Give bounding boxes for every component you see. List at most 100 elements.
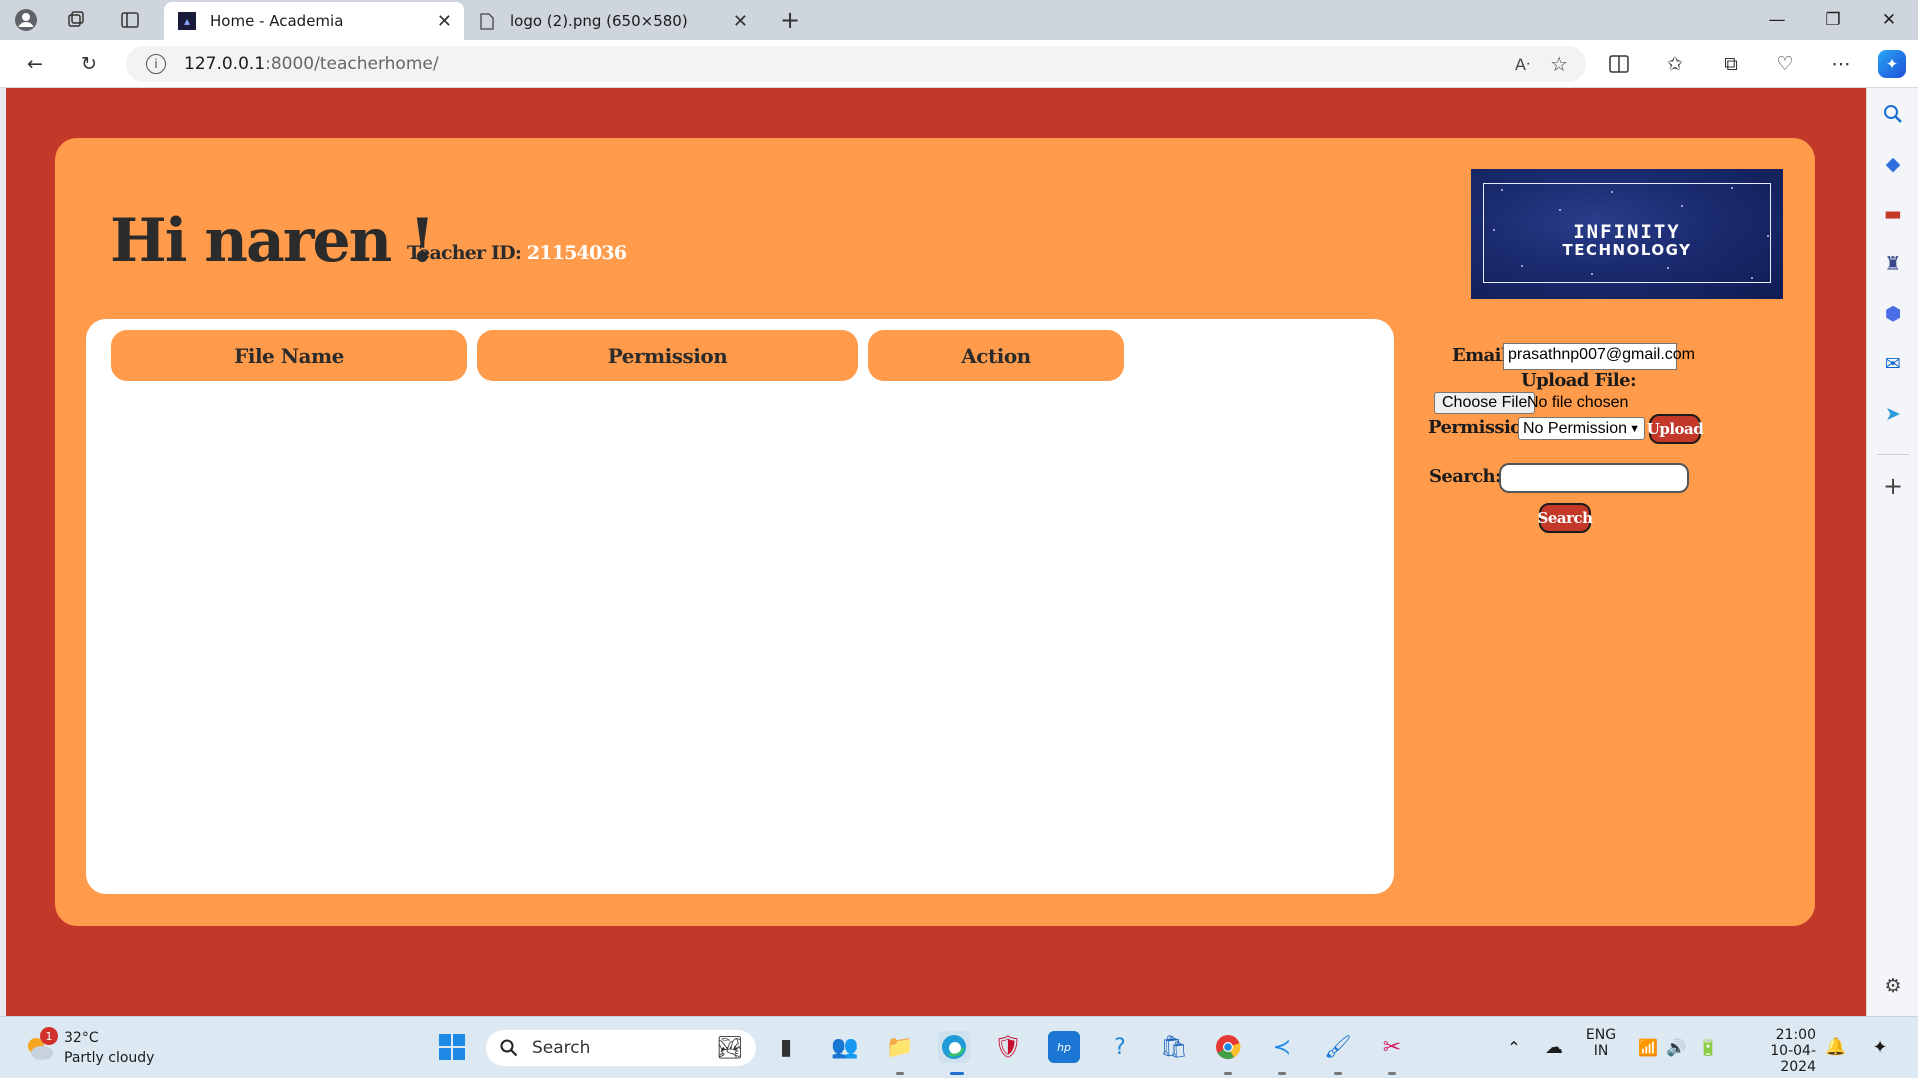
close-tab-icon[interactable]: ✕	[437, 11, 452, 32]
weather-description: Partly cloudy	[64, 1050, 155, 1066]
notifications-bell-icon[interactable]: 🔔	[1820, 1031, 1852, 1063]
running-indicator	[1334, 1072, 1342, 1075]
running-indicator	[896, 1072, 904, 1075]
volume-icon[interactable]: 🔊	[1660, 1031, 1692, 1063]
mcafee-icon[interactable]: 🛡	[992, 1031, 1024, 1063]
running-indicator	[1278, 1072, 1286, 1075]
tools-briefcase-icon[interactable]: ▬	[1879, 200, 1907, 228]
drop-send-icon[interactable]: ➤	[1879, 400, 1907, 428]
teacher-id-value: 21154036	[526, 242, 627, 264]
help-icon[interactable]: ?	[1104, 1031, 1136, 1063]
files-table: File Name Permission Action	[86, 319, 1394, 894]
taskbar-search-box[interactable]: Search 🏞	[486, 1030, 756, 1066]
microsoft-store-icon[interactable]: 🛍	[1158, 1031, 1190, 1063]
column-header-permission: Permission	[477, 330, 858, 381]
new-tab-icon[interactable]: +	[776, 6, 804, 34]
window-close-icon[interactable]: ✕	[1866, 4, 1912, 36]
browser-essentials-icon[interactable]: ♡	[1770, 50, 1800, 78]
column-header-action: Action	[868, 330, 1124, 381]
logo-text-line2: TECHNOLOGY	[1562, 241, 1692, 259]
language-line1: ENG	[1585, 1027, 1617, 1043]
vscode-icon[interactable]: ≺	[1266, 1031, 1298, 1063]
search-icon[interactable]	[1879, 100, 1907, 128]
teacher-id-label: Teacher ID:	[407, 242, 522, 264]
shopping-tag-icon[interactable]: ◆	[1879, 150, 1907, 178]
browser-tab-strip: ▴ Home - Academia ✕ logo (2).png (650×58…	[0, 0, 1918, 40]
sidebar-divider	[1877, 454, 1909, 455]
search-button[interactable]: Search	[1537, 503, 1593, 533]
edge-browser-icon[interactable]	[938, 1031, 970, 1063]
sidebar-settings-gear-icon[interactable]: ⚙	[1879, 972, 1907, 1000]
task-view-icon[interactable]: ▮	[770, 1031, 802, 1063]
close-tab-icon[interactable]: ✕	[733, 11, 748, 32]
search-input[interactable]	[1499, 463, 1689, 493]
tab-logo-png[interactable]: logo (2).png (650×580) ✕	[464, 2, 760, 40]
clock-time: 21:00	[1775, 1027, 1816, 1043]
workspaces-icon[interactable]	[62, 6, 90, 34]
page-background: Hi naren ! Teacher ID: 21154036 INFINITY…	[6, 88, 1866, 1016]
tab-title: Home - Academia	[210, 12, 344, 30]
search-label: Search:	[1429, 466, 1502, 487]
chrome-icon[interactable]	[1212, 1031, 1244, 1063]
refresh-icon[interactable]: ↻	[74, 50, 104, 78]
restore-icon[interactable]: ❐	[1810, 4, 1856, 36]
weather-widget-icon[interactable]: 1	[22, 1027, 58, 1065]
email-field[interactable]: prasathnp007@gmail.com	[1503, 343, 1695, 370]
taskbar-search-placeholder: Search	[532, 1038, 591, 1058]
read-aloud-icon[interactable]: Aᐧ	[1515, 55, 1530, 74]
vertical-tabs-icon[interactable]	[116, 6, 144, 34]
windows-start-icon[interactable]	[436, 1031, 468, 1063]
url-host: 127.0.0.1	[184, 54, 266, 74]
clock[interactable]: 21:00 10-04-2024	[1736, 1027, 1816, 1075]
battery-icon[interactable]: 🔋	[1692, 1031, 1724, 1063]
language-indicator[interactable]: ENG IN	[1584, 1027, 1618, 1059]
snipping-tool-icon[interactable]: ✂	[1376, 1031, 1408, 1063]
onedrive-cloud-icon[interactable]: ☁	[1538, 1031, 1570, 1063]
infinity-technology-logo: INFINITY TECHNOLOGY	[1471, 169, 1783, 299]
split-screen-icon[interactable]	[1604, 50, 1634, 78]
games-chess-icon[interactable]: ♜	[1879, 250, 1907, 278]
language-line2: IN	[1593, 1043, 1609, 1059]
weather-temperature: 32°C	[64, 1030, 99, 1046]
copilot-icon[interactable]: ✦	[1878, 50, 1906, 78]
windows-taskbar: 1 32°C Partly cloudy Search 🏞 ▮ 👥 📁 🛡 hp…	[0, 1016, 1918, 1078]
microsoft-365-icon[interactable]: ⬢	[1879, 300, 1907, 328]
profile-icon[interactable]	[12, 6, 40, 34]
upload-button[interactable]: Upload	[1647, 414, 1704, 444]
back-arrow-icon[interactable]: ←	[20, 50, 50, 78]
paint-icon[interactable]: 🖌	[1322, 1031, 1354, 1063]
edge-sidebar: ◆ ▬ ♜ ⬢ ✉ ➤ + ⚙	[1866, 88, 1918, 1016]
weather-badge: 1	[40, 1027, 58, 1045]
address-bar[interactable]: i 127.0.0.1:8000/teacherhome/ Aᐧ ☆	[126, 46, 1586, 82]
copilot-taskbar-icon[interactable]: ✦	[1864, 1031, 1896, 1063]
favorite-star-icon[interactable]: ☆	[1550, 52, 1568, 76]
add-sidebar-app-icon[interactable]: +	[1879, 472, 1907, 500]
myhp-icon[interactable]: hp	[1048, 1031, 1080, 1063]
search-highlight-icon: 🏞	[716, 1035, 744, 1061]
main-card: Hi naren ! Teacher ID: 21154036 INFINITY…	[55, 138, 1815, 926]
browser-toolbar: ← ↻ i 127.0.0.1:8000/teacherhome/ Aᐧ ☆ ✩…	[0, 40, 1918, 88]
choose-file-button[interactable]: Choose File	[1434, 392, 1536, 414]
permission-select[interactable]: No Permission ▼	[1518, 417, 1645, 440]
minimize-icon[interactable]: —	[1754, 4, 1800, 36]
show-hidden-icons-icon[interactable]: ⌃	[1498, 1031, 1530, 1063]
collections-icon[interactable]: ⧉	[1716, 50, 1746, 78]
clock-date: 10-04-2024	[1770, 1043, 1816, 1075]
teacher-id: Teacher ID: 21154036	[407, 242, 627, 264]
chevron-down-icon: ▼	[1629, 422, 1640, 435]
running-indicator	[1224, 1072, 1232, 1075]
tab-home-academia[interactable]: ▴ Home - Academia ✕	[164, 2, 464, 40]
tab-title: logo (2).png (650×580)	[510, 12, 688, 30]
teams-icon[interactable]: 👥	[829, 1031, 861, 1063]
more-options-icon[interactable]: ⋯	[1826, 50, 1856, 78]
favorites-icon[interactable]: ✩	[1660, 50, 1690, 78]
active-indicator	[950, 1072, 964, 1075]
document-icon	[478, 12, 496, 30]
site-info-icon[interactable]: i	[146, 54, 166, 74]
no-file-chosen-text: No file chosen	[1527, 394, 1629, 411]
running-indicator	[1388, 1072, 1396, 1075]
outlook-icon[interactable]: ✉	[1879, 350, 1907, 378]
file-explorer-icon[interactable]: 📁	[884, 1031, 916, 1063]
url-path: :8000/teacherhome/	[265, 54, 439, 74]
page-greeting: Hi naren !	[110, 206, 436, 276]
